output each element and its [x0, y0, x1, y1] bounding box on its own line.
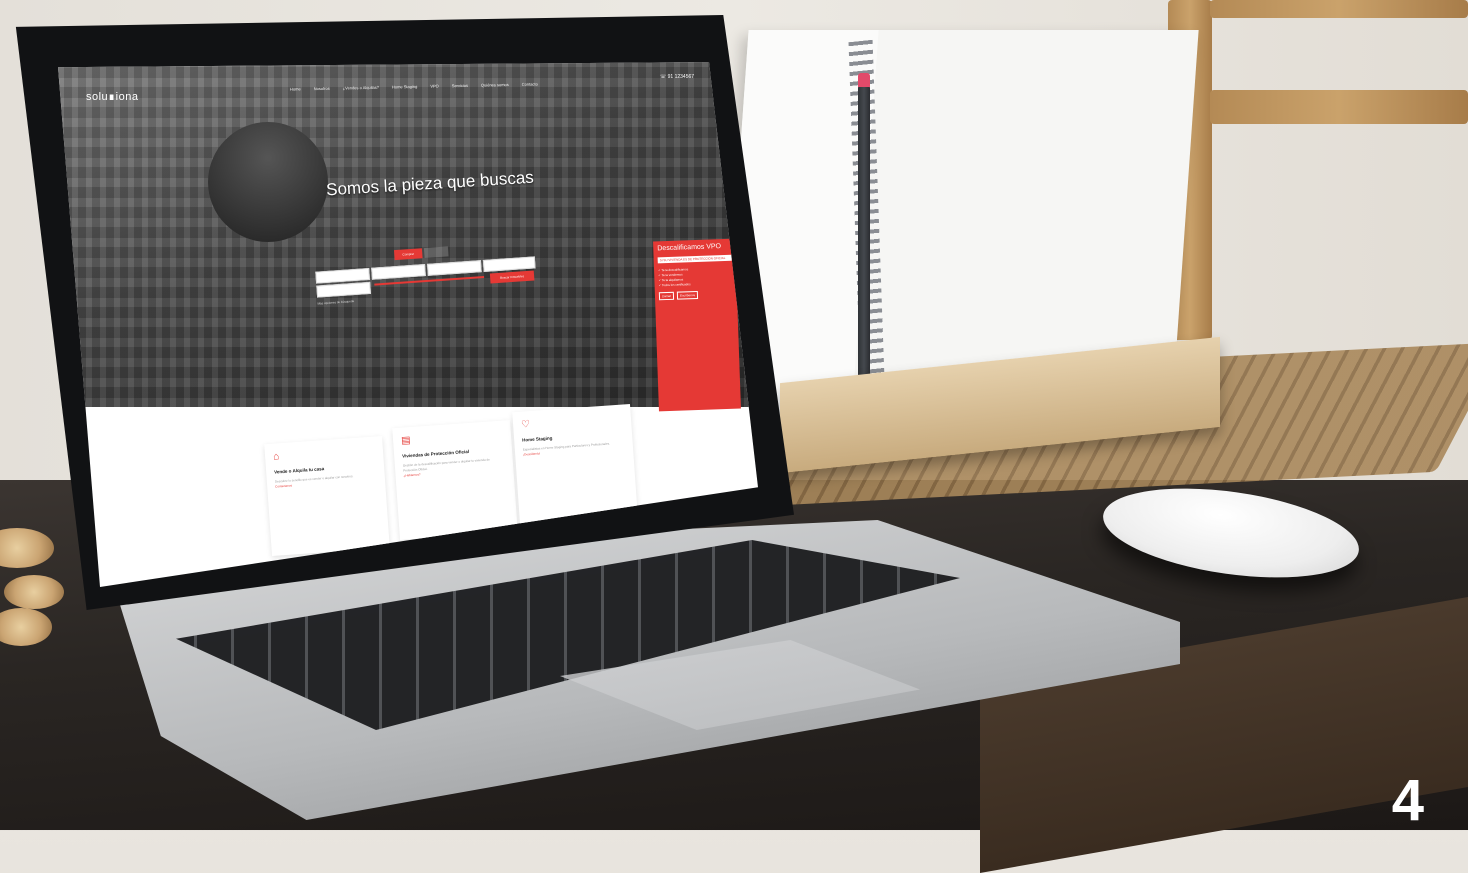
site-logo[interactable]: solu∎iona	[86, 90, 138, 103]
nav-item[interactable]: Servicios	[452, 83, 468, 88]
service-card[interactable]: ♡ Home Staging Especialistas en Home Sta…	[512, 404, 638, 524]
phone-number[interactable]: ☏ 91 1234567	[660, 74, 694, 80]
hero-image	[58, 62, 758, 407]
more-options-link[interactable]: Más opciones de búsqueda	[317, 299, 354, 306]
card-link[interactable]: ¿Hablamos?	[403, 472, 420, 477]
ladder-rung	[1210, 90, 1468, 124]
house-icon: ⌂	[272, 451, 280, 463]
nav-item[interactable]: Nosotros	[314, 86, 330, 91]
search-field[interactable]	[315, 267, 370, 284]
search-field[interactable]	[482, 256, 536, 272]
search-field[interactable]	[316, 281, 371, 298]
page-number: 4	[1391, 768, 1424, 833]
pencil	[858, 73, 870, 400]
search-field[interactable]	[427, 260, 482, 276]
card-link[interactable]: ¡Descúbrelo!	[523, 451, 540, 456]
promo-title: Descalificamos VPO	[657, 243, 722, 253]
search-button[interactable]: Buscar Inmuebles	[489, 270, 535, 284]
nav-item[interactable]: Quiénes somos	[481, 82, 509, 88]
call-button[interactable]: Llamar	[658, 291, 675, 301]
heart-icon: ♡	[520, 419, 531, 431]
service-card[interactable]: ▤ Viviendas de Protección Oficial Gestió…	[392, 420, 518, 540]
write-button[interactable]: Escríbenos	[676, 290, 699, 300]
promo-buttons: Llamar Escríbenos	[658, 290, 733, 301]
wood-coaster	[4, 575, 64, 609]
tab-alquilar[interactable]	[423, 246, 449, 259]
nav-item[interactable]: VPO	[430, 83, 439, 88]
nav-item[interactable]: Contacto	[522, 81, 538, 86]
pencil-eraser	[858, 73, 870, 87]
search-field[interactable]	[371, 264, 426, 280]
nav-item[interactable]: Home	[290, 86, 301, 91]
document-icon: ▤	[400, 435, 411, 447]
ladder-rung	[1210, 0, 1468, 18]
card-link[interactable]: Contactanos	[275, 483, 292, 488]
nav-item[interactable]: ¿Vendes o Alquilas?	[343, 85, 379, 91]
nav-item[interactable]: Home Staging	[392, 84, 417, 90]
service-card[interactable]: ⌂ Vende o Alquila tu casa Descubre lo se…	[264, 436, 390, 556]
building-dome	[208, 122, 328, 242]
promo-subtitle: SI SU VIVIENDA ES DE PROTECCIÓN OFICIAL	[657, 254, 732, 264]
tab-comprar[interactable]: Comprar	[393, 248, 423, 261]
vpo-promo-panel: Descalificamos VPO SI SU VIVIENDA ES DE …	[653, 238, 741, 412]
